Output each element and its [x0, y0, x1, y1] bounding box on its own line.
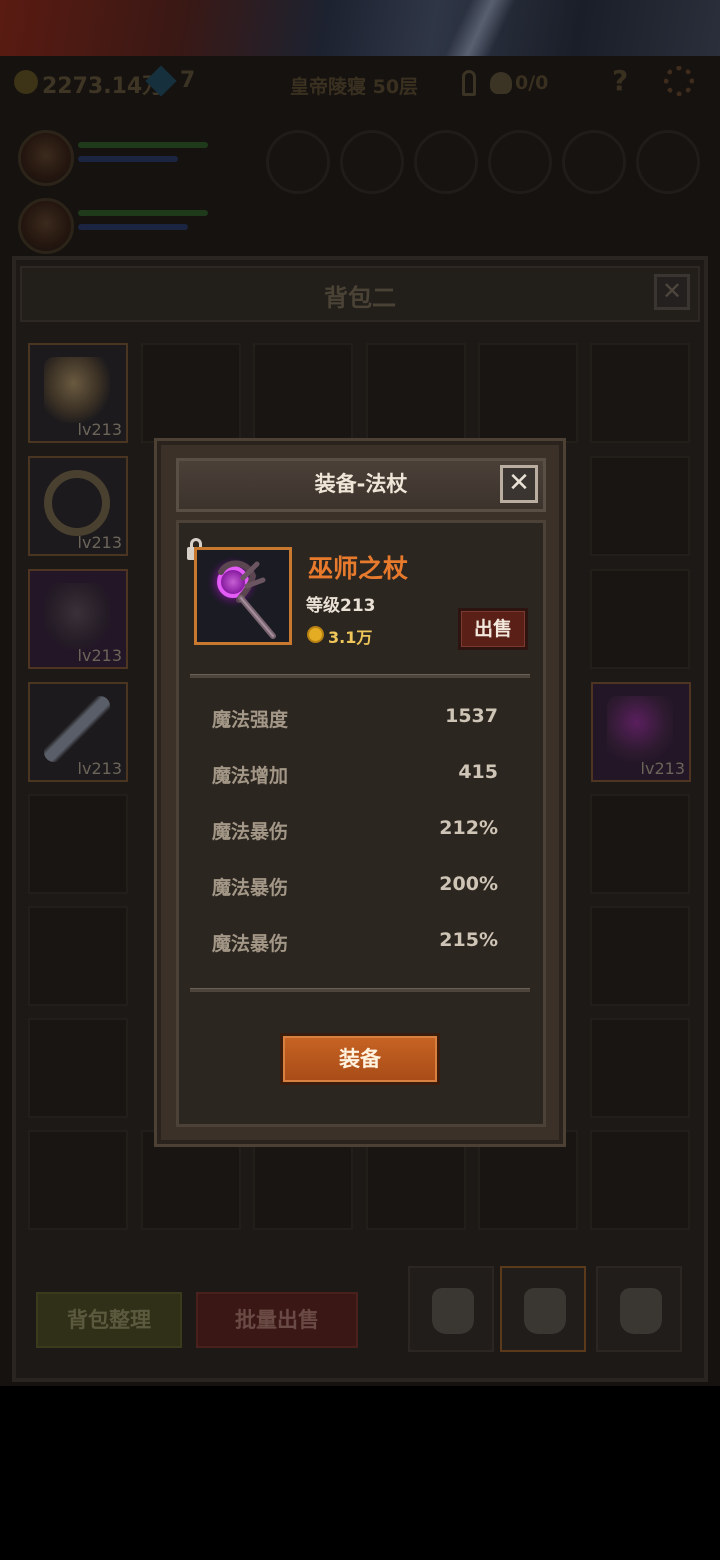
sort-backpack-button[interactable]: 背包整理 [36, 1292, 182, 1348]
equip-slot[interactable] [488, 130, 552, 194]
inventory-slot[interactable] [28, 906, 128, 1006]
backpack-tab-3[interactable] [596, 1266, 682, 1352]
inventory-slot[interactable]: lv213 [28, 682, 128, 782]
inventory-slot[interactable] [28, 1130, 128, 1230]
inventory-slot[interactable] [366, 1130, 466, 1230]
item-level-badge: lv213 [77, 759, 122, 778]
inventory-slot[interactable]: lv213 [28, 569, 128, 669]
stat-value: 1537 [445, 705, 498, 727]
gold-coin-icon [14, 70, 38, 94]
item-level-badge: lv213 [77, 533, 122, 552]
gear-icon[interactable] [664, 66, 694, 96]
hero-1-health-bar [78, 142, 208, 148]
item-name: 巫师之杖 [308, 554, 409, 583]
inventory-slot[interactable] [590, 794, 690, 894]
key-count: 0/0 [515, 72, 549, 94]
backpack-close-button[interactable]: ✕ [654, 274, 690, 310]
inventory-slot[interactable] [478, 1130, 578, 1230]
gold-coin-icon [307, 626, 324, 643]
backpack-tab-1[interactable] [408, 1266, 494, 1352]
gold-amount: 2273.14万 [42, 74, 165, 99]
hero-2-mana-bar [78, 224, 188, 230]
equip-slot[interactable] [414, 130, 478, 194]
stat-label: 魔法增加 [212, 765, 289, 787]
skull-icon [490, 72, 512, 94]
hero-avatar-2[interactable] [18, 198, 74, 254]
inventory-slot[interactable] [478, 343, 578, 443]
inventory-slot[interactable]: lv213 [28, 343, 128, 443]
inventory-slot[interactable] [28, 794, 128, 894]
ring-item-icon [44, 470, 110, 536]
sword-item-icon [44, 696, 110, 762]
inventory-slot[interactable] [590, 343, 690, 443]
sell-button[interactable]: 出售 [458, 608, 528, 650]
backpack-tab-2[interactable] [500, 1266, 586, 1352]
inventory-slot[interactable] [590, 1018, 690, 1118]
key-icon [462, 70, 476, 96]
equip-slot[interactable] [562, 130, 626, 194]
backpack-icon [524, 1288, 566, 1334]
equip-slot[interactable] [636, 130, 700, 194]
stat-label: 魔法暴伤 [212, 933, 289, 955]
inventory-slot[interactable]: lv213 [591, 682, 691, 782]
stat-label: 魔法暴伤 [212, 877, 289, 899]
equip-slot[interactable] [340, 130, 404, 194]
stat-value: 200% [439, 873, 498, 895]
hero-2-health-bar [78, 210, 208, 216]
stage-name: 皇帝陵寝 50层 [290, 76, 419, 98]
stat-value: 215% [439, 929, 498, 951]
equip-button[interactable]: 装备 [280, 1033, 440, 1085]
backpack-title: 背包二 [324, 284, 396, 312]
backpack-icon [620, 1288, 662, 1334]
inventory-slot[interactable] [590, 456, 690, 556]
inventory-slot[interactable] [141, 1130, 241, 1230]
inventory-slot[interactable] [141, 343, 241, 443]
item-icon-frame [194, 547, 292, 645]
dialog-title: 装备-法杖 [314, 472, 408, 496]
item-level-badge: lv213 [640, 759, 685, 778]
inventory-slot[interactable] [253, 343, 353, 443]
inventory-slot[interactable] [28, 1018, 128, 1118]
inventory-slot[interactable] [590, 906, 690, 1006]
divider [190, 674, 530, 678]
armor-item-icon [44, 583, 110, 649]
inventory-slot[interactable]: lv213 [28, 456, 128, 556]
stat-label: 魔法强度 [212, 709, 289, 731]
help-icon[interactable]: ? [612, 64, 628, 97]
inventory-slot[interactable] [253, 1130, 353, 1230]
top-banner-art [0, 0, 720, 56]
backpack-icon [432, 1288, 474, 1334]
wizard-staff-icon [197, 550, 289, 642]
inventory-slot[interactable] [366, 343, 466, 443]
stat-label: 魔法暴伤 [212, 821, 289, 843]
hero-avatar-1[interactable] [18, 130, 74, 186]
inventory-slot[interactable] [590, 1130, 690, 1230]
hero-1-mana-bar [78, 156, 178, 162]
inventory-slot[interactable] [590, 569, 690, 669]
item-price: 3.1万 [328, 628, 373, 647]
stat-value: 415 [458, 761, 498, 783]
divider [190, 988, 530, 992]
feather-item-icon [44, 357, 110, 423]
equip-slot[interactable] [266, 130, 330, 194]
stat-value: 212% [439, 817, 498, 839]
item-level: 等级213 [306, 596, 376, 616]
staff-item-icon [607, 696, 673, 762]
bulk-sell-button[interactable]: 批量出售 [196, 1292, 358, 1348]
item-level-badge: lv213 [77, 420, 122, 439]
close-icon[interactable]: ✕ [500, 465, 538, 503]
item-level-badge: lv213 [77, 646, 122, 665]
gem-amount: 7 [180, 68, 196, 93]
